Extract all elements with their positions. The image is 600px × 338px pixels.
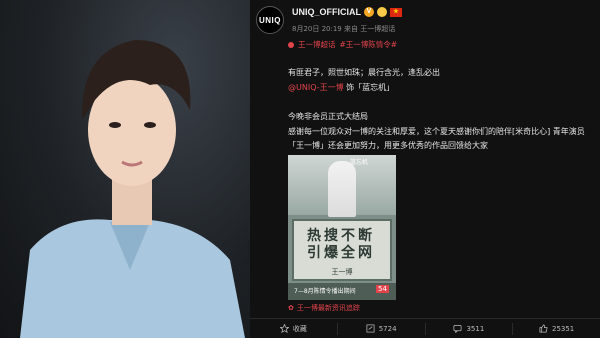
- username-row: UNIQ_OFFICIAL V ★: [292, 7, 402, 17]
- image-figure: [328, 161, 356, 217]
- topic-tags: 王一博超话 #王一博陈情令#: [288, 39, 397, 50]
- action-bar: 收藏 5724 3511 25351: [250, 318, 600, 338]
- portrait-illustration: [20, 40, 245, 338]
- post-text-line-1: 有匪君子，照世如珠；晨行含光，逢乱必出: [288, 68, 440, 77]
- image-figure-name: 蓝忘机: [350, 159, 369, 166]
- emoji-icon: [377, 7, 387, 17]
- source-label: 王一博最新资讯追踪: [296, 304, 360, 312]
- flag-icon: ★: [390, 7, 402, 17]
- image-headline-2: 引爆全网: [307, 245, 375, 261]
- image-ribbon: 54: [376, 285, 389, 293]
- verified-icon: V: [364, 7, 374, 17]
- post-image[interactable]: 蓝忘机 热搜不断 引爆全网 王一博 7—8月陈情令播出期间 54: [288, 155, 396, 300]
- mention-suffix: 饰「蓝忘机」: [343, 83, 395, 92]
- avatar[interactable]: UNIQ: [256, 6, 284, 34]
- like-count: 25351: [551, 324, 575, 333]
- post-text-line-4: 感谢每一位观众对一博的关注和厚爱，这个夏天感谢你们的陪伴[米奇比心] 青年演员「…: [288, 127, 585, 150]
- comment-count: 3511: [466, 324, 485, 333]
- tag-link-1[interactable]: 王一博超话: [298, 39, 336, 50]
- username[interactable]: UNIQ_OFFICIAL: [292, 7, 361, 17]
- image-name: 王一博: [331, 268, 353, 276]
- profile-photo: [0, 0, 250, 338]
- comment-button[interactable]: 3511: [426, 322, 514, 335]
- thumbs-up-icon: [539, 324, 548, 333]
- image-date: 7—8月陈情令播出期间: [294, 288, 356, 295]
- repost-icon: [366, 324, 375, 333]
- tag-link-2[interactable]: #王一博陈情令#: [340, 39, 398, 50]
- favorite-button[interactable]: 收藏: [250, 322, 338, 335]
- favorite-label: 收藏: [292, 324, 307, 333]
- repost-count: 5724: [378, 324, 397, 333]
- mention-link[interactable]: @UNIQ-王一博: [288, 83, 344, 92]
- post-text-line-2: @UNIQ-王一博 饰「蓝忘机」: [288, 81, 593, 95]
- star-icon: [279, 324, 289, 333]
- super-topic-icon: [288, 41, 294, 48]
- source-link[interactable]: ✿ 王一博最新资讯追踪: [288, 303, 360, 313]
- flower-icon: ✿: [288, 304, 294, 312]
- like-button[interactable]: 25351: [513, 323, 600, 335]
- post-meta: 8月20日 20:19 来自 王一博超话: [292, 25, 396, 33]
- post-text-line-3: 今晚非会员正式大结局: [288, 112, 368, 121]
- comment-icon: [453, 324, 462, 333]
- repost-button[interactable]: 5724: [338, 322, 426, 335]
- weibo-post: UNIQ UNIQ_OFFICIAL V ★ 8月20日 20:19 来自 王一…: [250, 0, 600, 338]
